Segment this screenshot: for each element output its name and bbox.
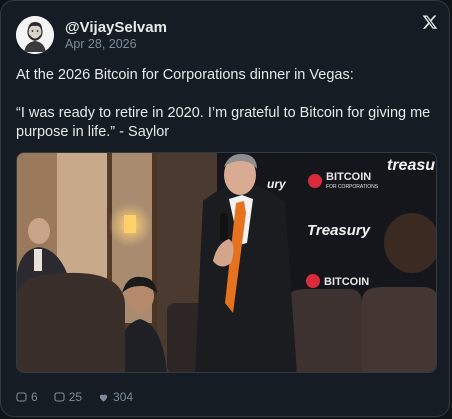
backdrop-text-for-corporations: FOR CORPORATIONS	[326, 184, 379, 190]
repost-button[interactable]: 25	[54, 390, 82, 404]
backdrop-text-bitcoin-2: BITCOIN	[324, 276, 369, 288]
repost-icon	[54, 391, 65, 402]
author-handle[interactable]: @VijaySelvam	[65, 19, 167, 36]
reply-button[interactable]: 6	[16, 390, 38, 404]
x-logo-icon[interactable]	[422, 13, 438, 31]
tweet-quote: “I was ready to retire in 2020. I’m grat…	[16, 105, 431, 140]
post-date[interactable]: Apr 28, 2026	[65, 37, 137, 51]
tweet-text: At the 2026 Bitcoin for Corporations din…	[16, 66, 441, 142]
backdrop-text-bitcoin-1: BITCOIN	[326, 171, 371, 183]
backdrop-text-treasu: treasu	[387, 157, 435, 174]
action-bar: 6 25 304	[16, 390, 149, 404]
avatar[interactable]	[16, 16, 54, 54]
reply-icon	[16, 391, 27, 402]
tweet-line-1: At the 2026 Bitcoin for Corporations din…	[16, 67, 354, 83]
backdrop-text-treasury: Treasury	[307, 222, 371, 239]
tweet-media-photo[interactable]: BITCOIN FOR CORPORATIONS treasu Treasury…	[16, 152, 437, 373]
reply-count: 6	[31, 390, 38, 404]
heart-icon	[99, 394, 108, 402]
like-count: 304	[113, 390, 134, 404]
backdrop-text-ury: ury	[267, 177, 287, 191]
tweet-card: @VijaySelvam Apr 28, 2026 At the 2026 Bi…	[0, 0, 450, 417]
like-button[interactable]: 304	[98, 390, 133, 404]
repost-count: 25	[68, 390, 83, 404]
